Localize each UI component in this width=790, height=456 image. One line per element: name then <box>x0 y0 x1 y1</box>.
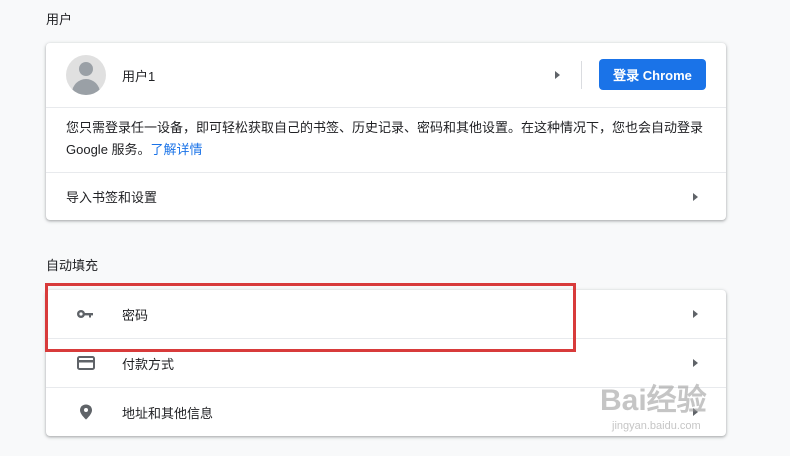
learn-more-link[interactable]: 了解详情 <box>151 142 203 157</box>
chevron-right-icon <box>693 310 698 318</box>
chevron-right-icon <box>693 192 698 201</box>
credit-card-icon <box>76 355 96 371</box>
passwords-label: 密码 <box>122 307 149 323</box>
payments-label: 付款方式 <box>122 356 175 372</box>
account-name: 用户1 <box>122 69 156 84</box>
account-row[interactable]: 用户1 登录 Chrome <box>46 43 726 107</box>
section-title-autofill: 自动填充 <box>46 258 99 273</box>
baidu-watermark: Bai经验 <box>600 384 707 417</box>
signin-chrome-button[interactable]: 登录 Chrome <box>599 59 706 90</box>
divider <box>581 61 582 89</box>
location-pin-icon <box>76 404 96 420</box>
people-card: 用户1 登录 Chrome 您只需登录任一设备，即可轻松获取自己的书签、历史记录… <box>46 43 726 220</box>
addresses-label: 地址和其他信息 <box>122 405 214 421</box>
chevron-right-icon <box>693 359 698 367</box>
sync-description-row: 您只需登录任一设备，即可轻松获取自己的书签、历史记录、密码和其他设置。在这种情况… <box>46 107 726 172</box>
baidu-watermark-url: jingyan.baidu.com <box>612 420 701 432</box>
key-icon <box>76 306 96 322</box>
section-title-people: 用户 <box>46 12 73 27</box>
account-chevron-icon[interactable] <box>555 71 560 79</box>
sync-description: 您只需登录任一设备，即可轻松获取自己的书签、历史记录、密码和其他设置。在这种情况… <box>66 117 711 161</box>
avatar <box>66 55 106 95</box>
import-bookmarks-label: 导入书签和设置 <box>66 190 158 205</box>
autofill-item-passwords[interactable]: 密码 <box>46 290 726 338</box>
import-bookmarks-row[interactable]: 导入书签和设置 <box>46 172 726 220</box>
